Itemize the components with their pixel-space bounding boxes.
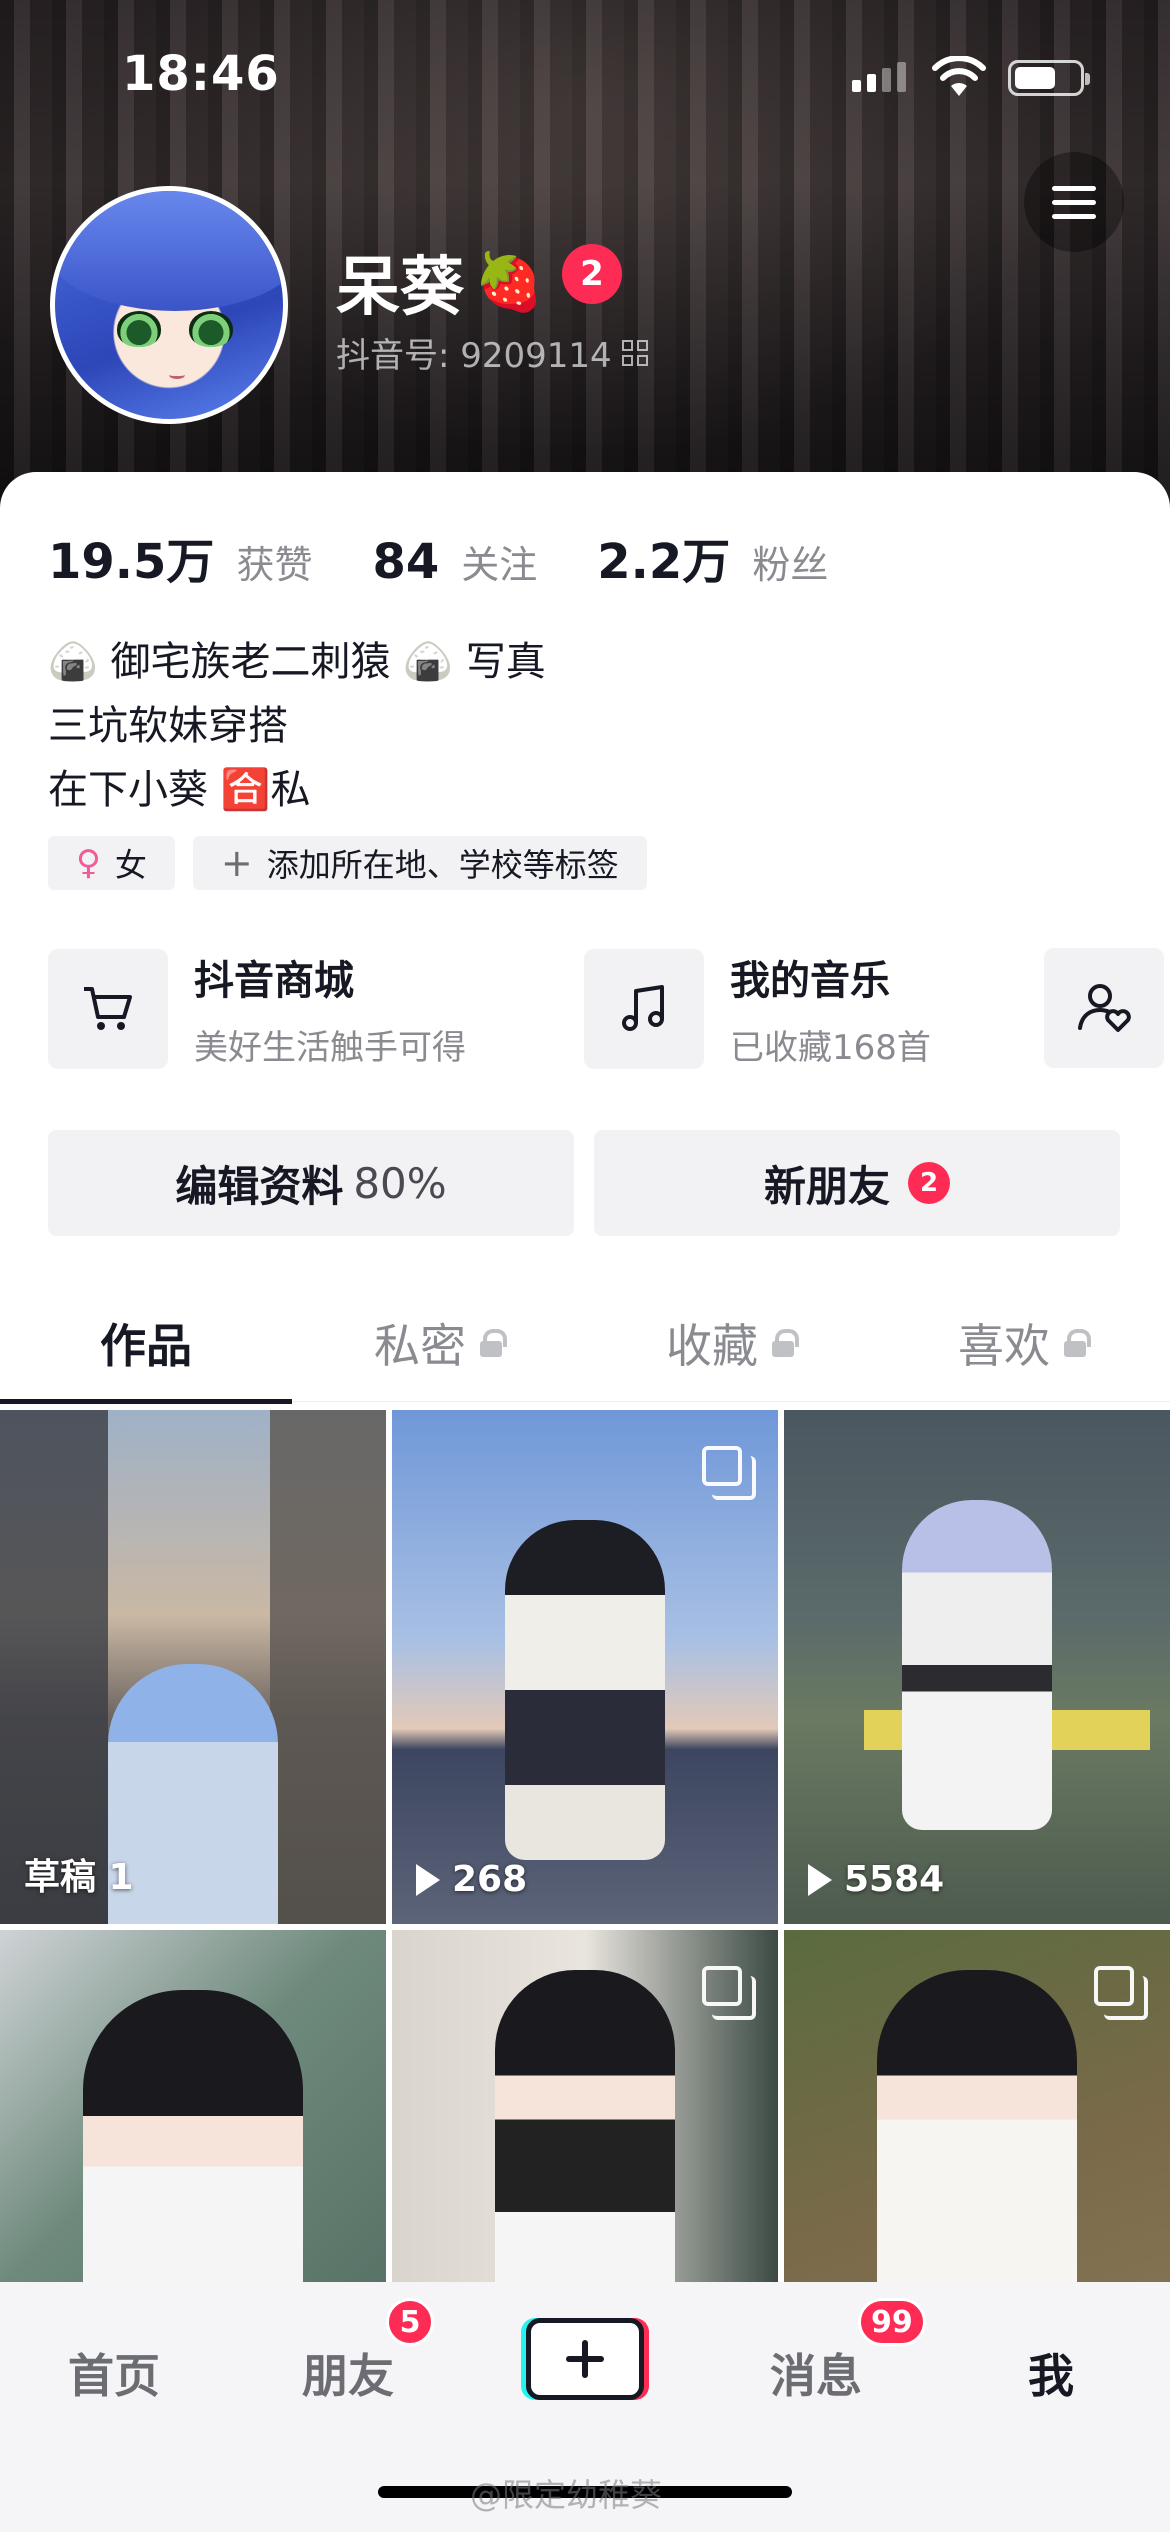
stats-row: 19.5万 获赞 84 关注 2.2万 粉丝 [48, 522, 828, 592]
avatar[interactable] [50, 186, 288, 424]
tab-favorites-label: 收藏 [666, 1319, 758, 1373]
video-tile[interactable]: 268 [392, 1410, 778, 1924]
tab-works[interactable]: 作品 [0, 1284, 292, 1404]
service-music-title: 我的音乐 [730, 958, 890, 1004]
tab-private[interactable]: 私密 [292, 1284, 584, 1402]
stat-followers-value: 2.2万 [597, 534, 731, 590]
edit-profile-button[interactable]: 编辑资料 80% [48, 1130, 574, 1236]
nav-me[interactable]: 我 [1028, 2340, 1074, 2406]
nav-messages[interactable]: 消息 [770, 2340, 862, 2406]
add-tags-button[interactable]: + 添加所在地、学校等标签 [192, 836, 647, 890]
service-mall-subtitle: 美好生活触手可得 [194, 1028, 466, 1068]
new-friends-button[interactable]: 新朋友 2 [594, 1130, 1120, 1236]
user-heart-icon [1044, 948, 1164, 1068]
strawberry-icon: 🍓 [474, 250, 544, 315]
gender-tag[interactable]: ♀ 女 [48, 836, 175, 890]
nav-home[interactable]: 首页 [68, 2340, 160, 2406]
stat-likes[interactable]: 19.5万 获赞 [48, 522, 312, 592]
multi-image-icon [1094, 1966, 1148, 2020]
tab-favorites[interactable]: 收藏 [584, 1284, 876, 1402]
play-count: 268 [416, 1859, 527, 1900]
tab-underline [0, 1399, 292, 1404]
douyin-id-text: 抖音号: 9209114 [336, 336, 612, 376]
music-note-icon [584, 948, 704, 1069]
stat-following[interactable]: 84 关注 [372, 534, 537, 590]
stat-followers-label: 粉丝 [752, 543, 829, 587]
status-time: 18:46 [122, 46, 280, 102]
stat-following-label: 关注 [461, 543, 538, 587]
cart-icon [48, 948, 168, 1069]
tab-works-label: 作品 [100, 1319, 192, 1373]
service-friends[interactable] [1044, 948, 1164, 1068]
stat-likes-value: 19.5万 [48, 534, 215, 590]
multi-image-icon [702, 1966, 756, 2020]
tab-likes-label: 喜欢 [958, 1319, 1050, 1373]
draft-label: 草稿 1 [24, 1857, 134, 1898]
female-icon: ♀ [76, 843, 101, 883]
tags-row: ♀ 女 + 添加所在地、学校等标签 [48, 836, 647, 890]
qr-code-icon [621, 339, 648, 366]
service-mall-title: 抖音商城 [194, 958, 354, 1004]
service-music[interactable]: 我的音乐 已收藏168首 [584, 948, 931, 1069]
video-tile[interactable]: 5584 [784, 1410, 1170, 1924]
friends-badge: 5 [386, 2298, 434, 2346]
play-count-value: 5584 [844, 1859, 945, 1900]
notification-badge[interactable]: 2 [562, 244, 622, 304]
battery-icon [1008, 60, 1090, 96]
tab-private-label: 私密 [374, 1319, 466, 1373]
signal-icon [852, 62, 906, 92]
bio: 🍙 御宅族老二刺猿 🍙 写真 三坑软妹穿搭 在下小葵 🈴私 [48, 630, 546, 822]
edit-profile-percent: 80% [353, 1158, 447, 1208]
watermark: @限定幼稚葵 [470, 2476, 663, 2514]
edit-profile-label: 编辑资料 [175, 1161, 344, 1211]
services-row: 抖音商城 美好生活触手可得 我的音乐 已收藏168首 [48, 948, 1170, 1069]
service-music-subtitle: 已收藏168首 [730, 1028, 931, 1068]
lock-icon [772, 1329, 799, 1357]
new-friends-label: 新朋友 [763, 1161, 890, 1211]
profile-name: 呆葵 🍓 [336, 236, 544, 328]
lock-icon [480, 1329, 507, 1357]
stat-following-value: 84 [372, 534, 440, 590]
action-buttons: 编辑资料 80% 新朋友 2 [48, 1130, 1120, 1236]
play-count-value: 268 [452, 1859, 528, 1900]
service-mall[interactable]: 抖音商城 美好生活触手可得 [48, 948, 466, 1069]
status-bar: 18:46 [0, 0, 1170, 150]
content-tabs: 作品 私密 收藏 喜欢 [0, 1284, 1170, 1404]
lock-icon [1064, 1329, 1091, 1357]
plus-icon: + [220, 841, 253, 885]
new-friends-badge: 2 [908, 1162, 950, 1204]
menu-button[interactable] [1024, 152, 1124, 252]
stat-followers[interactable]: 2.2万 粉丝 [597, 522, 828, 592]
play-count: 5584 [808, 1859, 944, 1900]
messages-badge: 99 [858, 2298, 926, 2346]
tab-likes[interactable]: 喜欢 [876, 1284, 1168, 1402]
profile-name-text: 呆葵 [336, 251, 464, 325]
gender-tag-label: 女 [114, 846, 147, 884]
create-button[interactable] [526, 2318, 644, 2400]
nav-friends[interactable]: 朋友 [302, 2340, 394, 2406]
stat-likes-label: 获赞 [236, 543, 313, 587]
bio-line: 三坑软妹穿搭 [48, 703, 288, 749]
bio-line: 在下小葵 🈴私 [48, 767, 311, 813]
play-icon [416, 1863, 440, 1896]
play-icon [808, 1863, 832, 1896]
add-tags-label: 添加所在地、学校等标签 [266, 846, 619, 884]
bio-line: 🍙 御宅族老二刺猿 🍙 写真 [48, 639, 546, 685]
profile-card: 19.5万 获赞 84 关注 2.2万 粉丝 🍙 御宅族老二刺猿 🍙 写真 三坑… [0, 472, 1170, 2444]
multi-image-icon [702, 1446, 756, 1500]
douyin-id[interactable]: 抖音号: 9209114 [336, 328, 648, 377]
video-tile[interactable]: 草稿 1 [0, 1410, 386, 1924]
wifi-icon [932, 56, 986, 96]
